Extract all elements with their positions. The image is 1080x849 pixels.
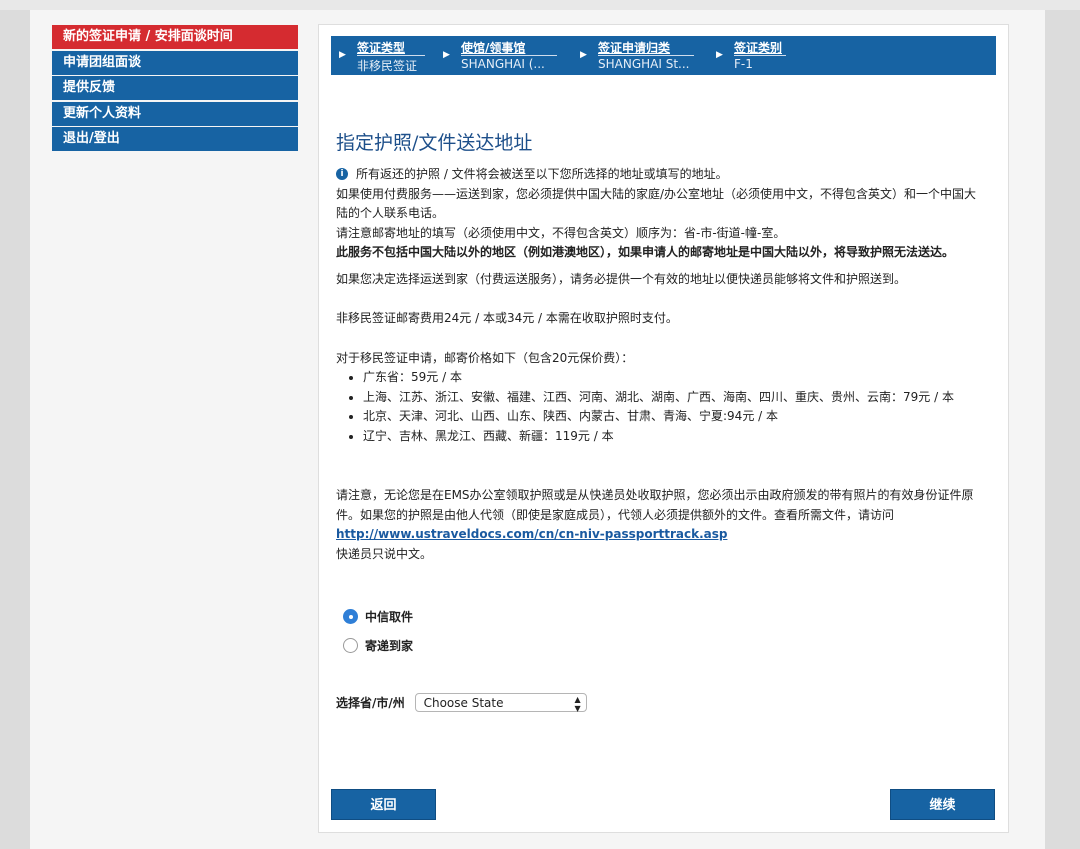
progress-steps-bar: ▶ 签证类型 非移民签证 ▶ 使馆/领事馆 SHANGHAI (... ▶ 签证…	[331, 36, 996, 75]
step-title: 使馆/领事馆	[461, 41, 526, 55]
state-select-label: 选择省/市/州	[336, 696, 405, 710]
radio-option-citic-pickup[interactable]: 中信取件	[343, 608, 413, 630]
state-select[interactable]: Choose State ▲ ▼	[414, 693, 587, 713]
info-icon: i	[336, 167, 348, 180]
radio-option-home-delivery[interactable]: 寄递到家	[343, 637, 413, 659]
up-down-arrows-icon: ▲ ▼	[574, 695, 581, 713]
step-value: SHANGHAI (...	[461, 57, 545, 71]
continue-button[interactable]: 继续	[890, 789, 995, 820]
step-embassy[interactable]: ▶ 使馆/领事馆 SHANGHAI (...	[443, 36, 573, 75]
step-title: 签证类型	[357, 41, 406, 55]
step-title: 签证申请归类	[598, 41, 671, 55]
price-list: 广东省：59元 / 本 上海、江苏、浙江、安徽、福建、江西、河南、湖北、湖南、广…	[336, 368, 986, 446]
sidebar: 新的签证申请 / 安排面谈时间 申请团组面谈 提供反馈 更新个人资料 退出/登出	[52, 25, 298, 153]
paragraph-iv-fee-intro: 对于移民签证申请，邮寄价格如下（包含20元保价费）：	[336, 350, 634, 365]
list-item: 辽宁、吉林、黑龙江、西藏、新疆：119元 / 本	[363, 427, 986, 447]
triangle-right-icon: ▶	[716, 50, 723, 60]
step-value: F-1	[734, 57, 753, 71]
sidebar-item-new-application[interactable]: 新的签证申请 / 安排面谈时间	[52, 25, 298, 49]
instructions-text: i 所有返还的护照 / 文件将会被送至以下您所选择的地址或填写的地址。 如果使用付…	[336, 165, 986, 564]
paragraph-id-requirement: 请注意，无论您是在EMS办公室领取护照或是从快递员处收取护照，您必须出示由政府颁…	[336, 486, 986, 545]
info-text: 所有返还的护照 / 文件将会被送至以下您所选择的地址或填写的地址。	[356, 167, 728, 181]
paragraph-courier-language: 快递员只说中文。	[336, 546, 433, 561]
list-item: 广东省：59元 / 本	[363, 368, 986, 388]
radio-button[interactable]	[343, 638, 358, 653]
step-application-category[interactable]: ▶ 签证申请归类 SHANGHAI St...	[580, 36, 710, 75]
triangle-right-icon: ▶	[580, 50, 587, 60]
id-requirement-text: 请注意，无论您是在EMS办公室领取护照或是从快递员处收取护照，您必须出示由政府颁…	[336, 488, 974, 522]
radio-label: 中信取件	[365, 610, 414, 624]
main-panel: ▶ 签证类型 非移民签证 ▶ 使馆/领事馆 SHANGHAI (... ▶ 签证…	[318, 24, 1009, 833]
page-top-bar	[0, 0, 1080, 10]
step-visa-class[interactable]: ▶ 签证类别 F-1	[716, 36, 826, 75]
step-value: 非移民签证	[357, 59, 418, 73]
state-select-value: Choose State	[423, 696, 504, 710]
paragraph-niv-fee: 非移民签证邮寄费用24元 / 本或34元 / 本需在收取护照时支付。	[336, 311, 678, 325]
step-visa-type[interactable]: ▶ 签证类型 非移民签证	[339, 36, 449, 75]
passport-track-link[interactable]: http://www.ustraveldocs.com/cn/cn-niv-pa…	[336, 527, 727, 541]
paragraph-exclusion-notice: 此服务不包括中国大陆以外的地区（例如港澳地区），如果申请人的邮寄地址是中国大陆以…	[336, 245, 955, 259]
sidebar-item-logout[interactable]: 退出/登出	[52, 127, 298, 151]
step-divider	[734, 55, 786, 56]
step-divider	[461, 55, 557, 56]
page-title: 指定护照/文件送达地址	[336, 132, 533, 154]
step-value: SHANGHAI St...	[598, 57, 690, 71]
paragraph-address-order: 请注意邮寄地址的填写（必须使用中文，不得包含英文）顺序为：省-市-街道-幢-室。	[336, 225, 786, 240]
sidebar-item-group-interview[interactable]: 申请团组面谈	[52, 50, 298, 75]
triangle-right-icon: ▶	[339, 50, 346, 60]
paragraph-paid-service: 如果使用付费服务——运送到家，您必须提供中国大陆的家庭/办公室地址（必须使用中文…	[336, 186, 977, 221]
back-button[interactable]: 返回	[331, 789, 436, 820]
step-title: 签证类别	[734, 41, 783, 55]
list-item: 上海、江苏、浙江、安徽、福建、江西、河南、湖北、湖南、广西、海南、四川、重庆、贵…	[363, 388, 986, 408]
sidebar-item-update-profile[interactable]: 更新个人资料	[52, 101, 298, 126]
sidebar-item-feedback[interactable]: 提供反馈	[52, 76, 298, 100]
triangle-right-icon: ▶	[443, 50, 450, 60]
list-item: 北京、天津、河北、山西、山东、陕西、内蒙古、甘肃、青海、宁夏:94元 / 本	[363, 407, 986, 427]
paragraph-delivery-decision: 如果您决定选择运送到家（付费运送服务），请务必提供一个有效的地址以便快递员能够将…	[336, 271, 907, 286]
radio-button[interactable]	[343, 609, 358, 624]
step-divider	[357, 55, 425, 56]
radio-label: 寄递到家	[365, 639, 414, 653]
step-divider	[598, 55, 694, 56]
state-select-row: 选择省/市/州 Choose State ▲ ▼	[336, 693, 587, 713]
info-line: i 所有返还的护照 / 文件将会被送至以下您所选择的地址或填写的地址。	[336, 165, 986, 185]
